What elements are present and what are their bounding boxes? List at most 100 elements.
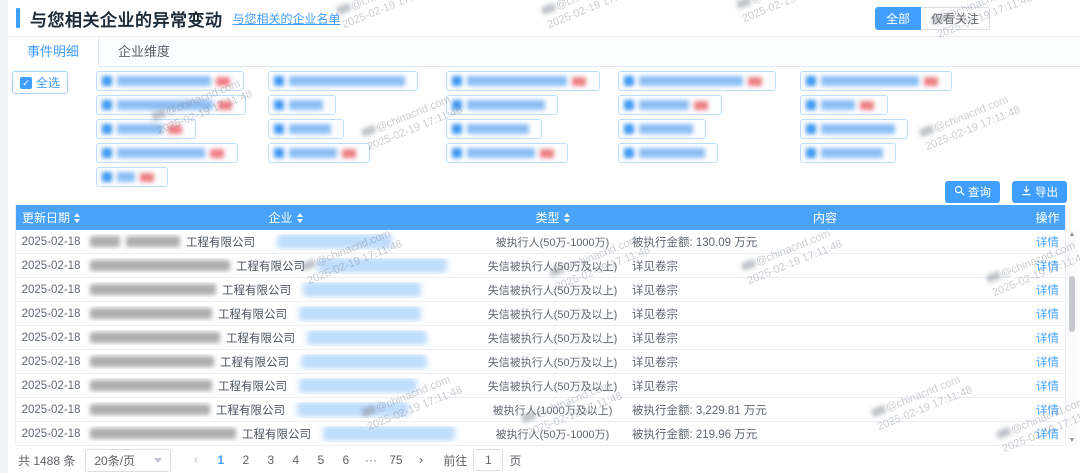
scroll-down-icon[interactable]: ▼: [1067, 436, 1077, 446]
cell-update-date: 2025-02-18: [16, 380, 86, 392]
detail-link[interactable]: 详情: [1030, 282, 1065, 298]
filter-option-chip[interactable]: [446, 71, 600, 91]
column-header-1[interactable]: 更新日期: [16, 205, 86, 230]
cell-company: 工程有限公司: [86, 426, 485, 442]
column-header-2[interactable]: 企业: [86, 205, 485, 230]
filter-option-blurred-content: [806, 124, 895, 134]
detail-link[interactable]: 详情: [1030, 426, 1065, 442]
table-row: 2025-02-18工程有限公司失信被执行人(50万及以上)详见卷宗详情: [16, 254, 1065, 278]
page-number-2[interactable]: 2: [233, 448, 258, 472]
filter-option-chip[interactable]: [268, 119, 344, 139]
scrollbar-thumb[interactable]: [1069, 276, 1075, 332]
sort-descending-icon: [74, 219, 80, 223]
tab-event-detail[interactable]: 事件明细: [8, 38, 99, 67]
detail-link[interactable]: 详情: [1030, 378, 1065, 394]
page-number-1[interactable]: 1: [208, 448, 233, 472]
related-companies-link[interactable]: 与您相关的企业名单: [233, 10, 341, 27]
checkbox-icon: [102, 148, 112, 158]
sort-icon[interactable]: [564, 213, 570, 223]
total-count: 共 1488 条: [18, 452, 75, 469]
blurred-company-tag: [307, 330, 427, 345]
filter-option-chip[interactable]: [800, 71, 952, 91]
filter-option-chip[interactable]: [268, 71, 418, 91]
page: 与您相关企业的异常变动 与您相关的企业名单 全部 仅看关注 事件明细 企业维度 …: [0, 0, 1080, 473]
blurred-label: [821, 124, 895, 134]
query-button[interactable]: 查询: [945, 181, 1000, 203]
column-header-3[interactable]: 类型: [485, 205, 620, 230]
scroll-up-icon[interactable]: ▲: [1067, 230, 1077, 240]
blurred-company-tag: [317, 258, 447, 273]
filter-option-blurred-content: [274, 124, 331, 134]
checkbox-icon: [806, 76, 816, 86]
blurred-label: [639, 124, 693, 134]
sort-icon[interactable]: [74, 213, 80, 223]
filter-option-chip[interactable]: [800, 95, 888, 115]
detail-link[interactable]: 详情: [1030, 234, 1065, 250]
filter-option-chip[interactable]: [446, 95, 558, 115]
filter-option-chip[interactable]: [618, 95, 722, 115]
company-suffix: 工程有限公司: [186, 234, 255, 250]
filter-option-chip[interactable]: [618, 71, 776, 91]
filter-all-button[interactable]: 全部: [875, 7, 921, 30]
page-number-5[interactable]: 5: [308, 448, 333, 472]
filter-option-blurred-content: [624, 148, 705, 158]
detail-link[interactable]: 详情: [1030, 402, 1065, 418]
tab-company-dimension[interactable]: 企业维度: [99, 38, 189, 66]
filter-watched-only-button[interactable]: 仅看关注: [921, 7, 990, 30]
blurred-company-tag: [299, 306, 421, 321]
blurred-count-badge: [694, 101, 708, 110]
filter-option-chip[interactable]: [618, 119, 706, 139]
filter-option-blurred-content: [102, 124, 182, 134]
filter-option-chip[interactable]: [96, 71, 244, 91]
pager: ‹123456···75›: [183, 448, 433, 472]
page-size-select[interactable]: 20条/页: [85, 449, 171, 472]
filter-option-chip[interactable]: [268, 95, 336, 115]
cell-content: 详见卷宗: [620, 282, 1030, 298]
select-all-checkbox[interactable]: ✓ 全选: [12, 71, 68, 94]
page-number-3[interactable]: 3: [258, 448, 283, 472]
blurred-count-badge: [748, 77, 762, 86]
column-header-label: 操作: [1035, 209, 1059, 226]
query-button-label: 查询: [968, 184, 991, 200]
filter-option-chip[interactable]: [800, 119, 908, 139]
export-button[interactable]: 导出: [1012, 181, 1067, 203]
pager-next-button[interactable]: ›: [408, 448, 433, 472]
filter-option-chip[interactable]: [96, 95, 246, 115]
filter-option-chip[interactable]: [446, 119, 542, 139]
checkbox-icon: [452, 76, 462, 86]
blurred-count-badge: [168, 125, 182, 134]
blurred-label: [289, 100, 323, 110]
checkbox-icon: [274, 124, 284, 134]
filter-option-chip[interactable]: [800, 143, 896, 163]
detail-link[interactable]: 详情: [1030, 306, 1065, 322]
detail-link[interactable]: 详情: [1030, 354, 1065, 370]
page-number-6[interactable]: 6: [333, 448, 358, 472]
table-toolbar: 查询 导出: [945, 181, 1067, 203]
title-bar: 与您相关企业的异常变动 与您相关的企业名单 全部 仅看关注: [8, 0, 1080, 37]
pager-prev-button[interactable]: ‹: [183, 448, 208, 472]
detail-link[interactable]: 详情: [1030, 330, 1065, 346]
blurred-count-badge: [210, 149, 224, 158]
export-button-label: 导出: [1035, 184, 1058, 200]
blurred-label: [467, 100, 545, 110]
sort-icon[interactable]: [297, 213, 303, 223]
filter-option-chip[interactable]: [446, 143, 568, 163]
page-size-value: 20条/页: [94, 452, 135, 469]
detail-link[interactable]: 详情: [1030, 258, 1065, 274]
table-row: 2025-02-18工程有限公司失信被执行人(50万及以上)详见卷宗详情: [16, 374, 1065, 398]
filter-option-chip[interactable]: [268, 143, 370, 163]
blurred-company-name: [90, 428, 236, 439]
page-number-4[interactable]: 4: [283, 448, 308, 472]
cell-type: 被执行人(1000万及以上): [485, 402, 620, 418]
filter-option-chip[interactable]: [96, 119, 196, 139]
filter-option-chip[interactable]: [96, 167, 168, 187]
page-number-75[interactable]: 75: [383, 448, 408, 472]
cell-content: 被执行金额: 130.09 万元: [620, 234, 1030, 250]
vertical-scrollbar[interactable]: ▲ ▼: [1067, 230, 1077, 446]
blurred-count-badge: [860, 101, 874, 110]
cell-company: 工程有限公司: [86, 282, 485, 298]
goto-page-input[interactable]: [473, 449, 503, 471]
table-body: 2025-02-18工程有限公司被执行人(50万-1000万)被执行金额: 13…: [16, 230, 1065, 446]
filter-option-chip[interactable]: [96, 143, 238, 163]
filter-option-chip[interactable]: [618, 143, 718, 163]
